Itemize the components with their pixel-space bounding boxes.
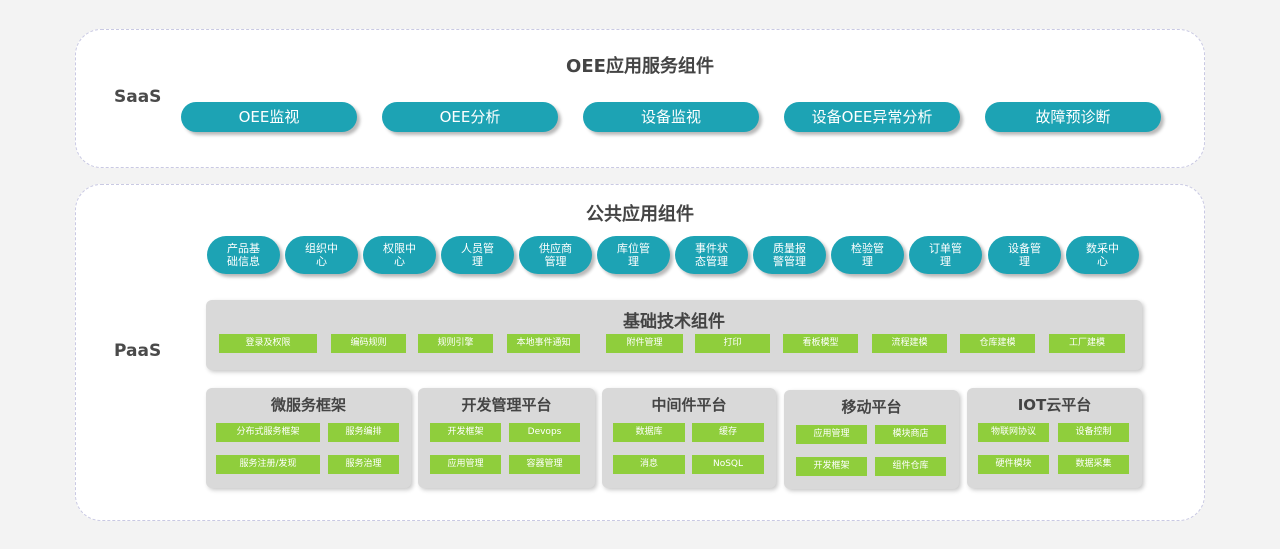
- basic-components-title: 基础技术组件: [623, 312, 725, 332]
- basic-components-box: 基础技术组件 登录及权限 编码规则 规则引擎 本地事件通知 附件管理 打印 看板…: [206, 300, 1142, 370]
- basic-component-tag: 流程建模: [872, 334, 947, 353]
- platform-tag: 分布式服务框架: [216, 423, 320, 442]
- saas-panel: [75, 29, 1205, 168]
- public-component: 供应商管理: [519, 236, 592, 274]
- saas-item: 故障预诊断: [985, 102, 1161, 132]
- platform-tag: 设备控制: [1058, 423, 1129, 442]
- platform-tag: 服务治理: [328, 455, 399, 474]
- platform-tag: 消息: [613, 455, 685, 474]
- platform-tag: 开发框架: [430, 423, 501, 442]
- platform-title: 微服务框架: [270, 396, 346, 414]
- platform-tag: 缓存: [692, 423, 764, 442]
- platform-tag: 服务注册/发现: [216, 455, 320, 474]
- platform-box: 微服务框架 分布式服务框架 服务编排 服务注册/发现 服务治理: [206, 388, 411, 488]
- platform-box: 开发管理平台 开发框架 Devops 应用管理 容器管理: [418, 388, 595, 488]
- basic-component-tag: 工厂建模: [1049, 334, 1125, 353]
- public-component: 事件状态管理: [675, 236, 748, 274]
- public-components-title: 公共应用组件: [586, 204, 694, 225]
- basic-component-tag: 规则引擎: [418, 334, 493, 353]
- public-component: 组织中心: [285, 236, 358, 274]
- platform-title: 移动平台: [841, 398, 902, 416]
- basic-component-tag: 本地事件通知: [507, 334, 580, 353]
- platform-title: 中间件平台: [651, 396, 727, 414]
- saas-item: OEE分析: [382, 102, 558, 132]
- basic-component-tag: 附件管理: [606, 334, 683, 353]
- saas-title: OEE应用服务组件: [566, 56, 714, 77]
- basic-component-tag: 编码规则: [331, 334, 406, 353]
- platform-tag: 硬件模块: [978, 455, 1049, 474]
- basic-component-tag: 看板模型: [783, 334, 858, 353]
- basic-component-tag: 仓库建模: [960, 334, 1035, 353]
- public-component: 人员管理: [441, 236, 514, 274]
- platform-title: IOT云平台: [1017, 396, 1092, 414]
- platform-tag: 服务编排: [328, 423, 399, 442]
- platform-title: 开发管理平台: [461, 396, 552, 414]
- public-component: 订单管理: [909, 236, 982, 274]
- platform-tag: 数据库: [613, 423, 685, 442]
- platform-box: 移动平台 应用管理 模块商店 开发框架 组件仓库: [784, 390, 959, 489]
- paas-label: PaaS: [114, 341, 162, 361]
- basic-component-tag: 打印: [695, 334, 770, 353]
- platform-tag: 应用管理: [430, 455, 501, 474]
- platform-box: 中间件平台 数据库 缓存 消息 NoSQL: [602, 388, 776, 488]
- platform-tag: 容器管理: [509, 455, 580, 474]
- public-component: 权限中心: [363, 236, 436, 274]
- platform-tag: 开发框架: [796, 457, 867, 476]
- platform-tag: Devops: [509, 423, 580, 442]
- platform-tag: 数据采集: [1058, 455, 1129, 474]
- saas-item: 设备OEE异常分析: [784, 102, 960, 132]
- public-component: 设备管理: [988, 236, 1061, 274]
- platform-tag: 应用管理: [796, 425, 867, 444]
- platform-box: IOT云平台 物联网协议 设备控制 硬件模块 数据采集: [967, 388, 1142, 488]
- platform-tag: 物联网协议: [978, 423, 1049, 442]
- saas-item: OEE监视: [181, 102, 357, 132]
- platform-tag: NoSQL: [692, 455, 764, 474]
- platform-tag: 组件仓库: [875, 457, 946, 476]
- public-component: 数采中心: [1066, 236, 1139, 274]
- saas-item: 设备监视: [583, 102, 759, 132]
- public-component: 质量报警管理: [753, 236, 826, 274]
- saas-label: SaaS: [114, 87, 162, 107]
- basic-component-tag: 登录及权限: [219, 334, 317, 353]
- public-component: 产品基础信息: [207, 236, 280, 274]
- public-component: 检验管理: [831, 236, 904, 274]
- public-component: 库位管理: [597, 236, 670, 274]
- platform-tag: 模块商店: [875, 425, 946, 444]
